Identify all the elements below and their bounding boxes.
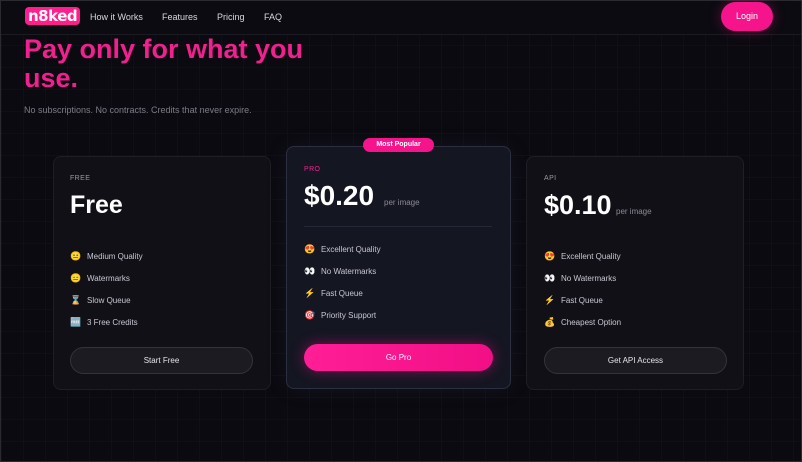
feature-item: ⌛ Slow Queue: [70, 295, 131, 306]
hero-title: Pay only for what you use.: [24, 34, 304, 93]
plan-tag-api: API: [544, 175, 557, 182]
feature-label: Medium Quality: [87, 252, 143, 261]
plan-price-free: Free: [70, 191, 123, 219]
feature-label: Slow Queue: [87, 296, 131, 305]
lightning-icon: ⚡: [304, 288, 316, 298]
feature-label: Fast Queue: [321, 289, 363, 298]
nav-link-how-it-works[interactable]: How it Works: [90, 12, 143, 22]
feature-label: Excellent Quality: [321, 245, 381, 254]
plan-card-free: FREE Free 😐 Medium Quality 😑 Watermarks …: [53, 156, 271, 390]
feature-item: 🎯 Priority Support: [304, 310, 376, 321]
nav-link-features[interactable]: Features: [162, 12, 198, 22]
login-button[interactable]: Login: [721, 2, 773, 31]
plan-price-api: $0.10: [544, 190, 612, 220]
plan-card-api: API $0.10 per image 😍 Excellent Quality …: [526, 156, 744, 390]
price-unit-pro: per image: [384, 198, 420, 207]
plan-tag-pro: PRO: [304, 166, 321, 173]
feature-label: Excellent Quality: [561, 252, 621, 261]
plan-card-pro: PRO $0.20 per image 😍 Excellent Quality …: [286, 146, 511, 389]
start-free-button[interactable]: Start Free: [70, 347, 253, 374]
feature-item: 👀 No Watermarks: [304, 266, 376, 277]
go-pro-button[interactable]: Go Pro: [304, 344, 493, 371]
nav-link-pricing[interactable]: Pricing: [217, 12, 245, 22]
feature-item: 😍 Excellent Quality: [304, 244, 381, 255]
eyes-icon: 👀: [304, 266, 316, 276]
plan-tag-free: FREE: [70, 175, 91, 182]
feature-label: Priority Support: [321, 311, 377, 320]
hourglass-icon: ⌛: [70, 295, 82, 305]
free-badge-icon: 🆓: [70, 317, 82, 327]
heart-eyes-icon: 😍: [304, 244, 316, 254]
feature-item: ⚡ Fast Queue: [304, 288, 363, 299]
feature-label: Watermarks: [87, 274, 130, 283]
divider: [304, 226, 492, 227]
feature-label: Cheapest Option: [561, 318, 622, 327]
get-api-access-button[interactable]: Get API Access: [544, 347, 727, 374]
feature-item: 😐 Medium Quality: [70, 251, 143, 262]
neutral-face-icon: 😐: [70, 251, 82, 261]
feature-label: 3 Free Credits: [87, 318, 138, 327]
feature-item: 😍 Excellent Quality: [544, 251, 621, 262]
feature-item: 💰 Cheapest Option: [544, 317, 621, 328]
nav-link-faq[interactable]: FAQ: [264, 12, 282, 22]
most-popular-badge: Most Popular: [363, 138, 434, 152]
top-navbar: n8ked How it Works Features Pricing FAQ …: [1, 1, 801, 35]
feature-label: No Watermarks: [561, 274, 617, 283]
feature-item: 👀 No Watermarks: [544, 273, 616, 284]
money-bag-icon: 💰: [544, 317, 556, 327]
target-icon: 🎯: [304, 310, 316, 320]
feature-label: No Watermarks: [321, 267, 377, 276]
heart-eyes-icon: 😍: [544, 251, 556, 261]
feature-item: 🆓 3 Free Credits: [70, 317, 138, 328]
eyes-icon: 👀: [544, 273, 556, 283]
hero-subtitle: No subscriptions. No contracts. Credits …: [24, 105, 252, 115]
feature-label: Fast Queue: [561, 296, 603, 305]
feature-item: 😑 Watermarks: [70, 273, 130, 284]
brand-logo[interactable]: n8ked: [25, 7, 81, 25]
lightning-icon: ⚡: [544, 295, 556, 305]
plan-price-pro: $0.20: [304, 180, 375, 211]
price-unit-api: per image: [616, 207, 652, 216]
feature-item: ⚡ Fast Queue: [544, 295, 603, 306]
expressionless-face-icon: 😑: [70, 273, 82, 283]
